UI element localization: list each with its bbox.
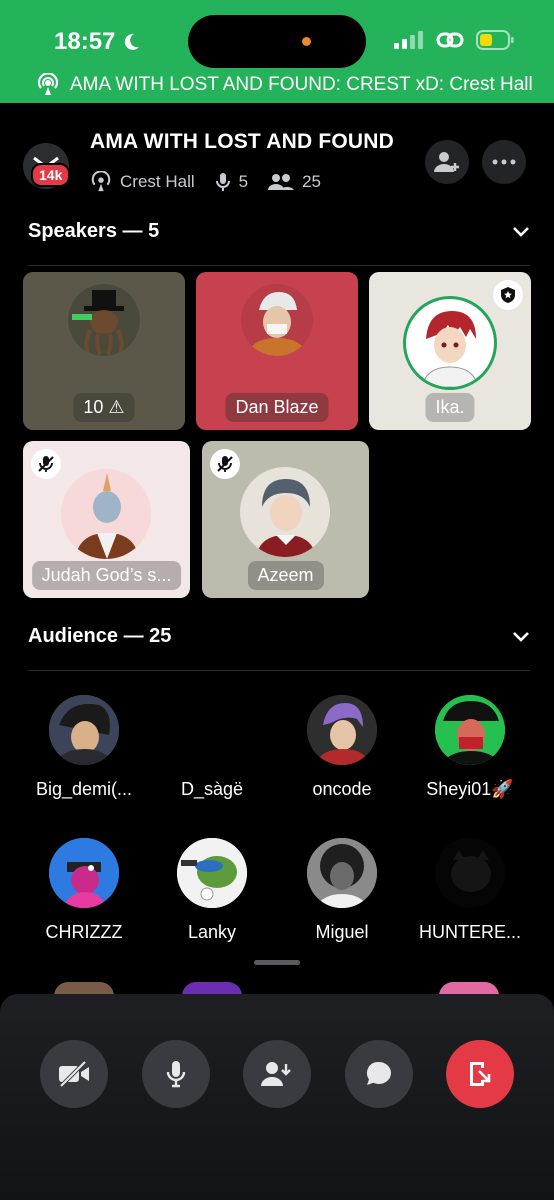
audience-avatar <box>177 695 247 765</box>
stage-icon <box>37 73 59 95</box>
leave-stage-button[interactable] <box>446 1040 514 1108</box>
audience-member[interactable]: CHRIZZZ <box>19 838 149 943</box>
audience-avatar <box>177 838 247 908</box>
audience-name: oncode <box>312 779 372 799</box>
speaker-card[interactable]: Ika. <box>369 272 531 430</box>
speaker-card[interactable]: 10 ⚠ <box>23 272 185 430</box>
audience-member[interactable]: oncode <box>277 695 407 800</box>
speaker-card[interactable]: Azeem <box>202 441 369 598</box>
moderator-badge <box>493 280 523 310</box>
mute-indicator <box>31 449 61 479</box>
speaker-name: 10 ⚠ <box>73 393 135 422</box>
battery-icon <box>476 30 514 50</box>
system-icons <box>394 30 514 50</box>
leave-icon <box>470 1062 491 1086</box>
audience-name: CHRIZZZ <box>45 922 123 942</box>
speakers-heading: Speakers — 5 <box>28 220 160 242</box>
audience-name: HUNTERE... <box>418 922 521 942</box>
listener-count: 25 <box>302 172 322 191</box>
speaker-avatar <box>241 284 313 356</box>
speaker-name: Ika. <box>425 393 475 422</box>
stage-icon <box>91 171 111 192</box>
speaker-name: Azeem <box>247 561 324 590</box>
audience-member[interactable]: D_sàgë <box>147 695 277 800</box>
camera-off-icon <box>59 1060 89 1088</box>
speaker-name: Dan Blaze <box>225 393 329 422</box>
moon-icon <box>125 33 140 50</box>
speaker-name: Judah God’s s... <box>31 561 182 590</box>
mute-indicator <box>210 449 240 479</box>
divider <box>28 670 530 671</box>
speaker-avatar <box>61 469 151 559</box>
audience-heading: Audience — 25 <box>28 625 172 647</box>
audience-avatar <box>435 695 505 765</box>
camera-toggle-button[interactable] <box>40 1040 108 1108</box>
mic-muted-icon <box>38 456 54 472</box>
audience-member[interactable]: Big_demi(... <box>19 695 149 800</box>
audience-member[interactable]: Sheyi01🚀 <box>405 695 535 800</box>
stage-subtitle: Crest Hall 5 25 <box>90 171 321 193</box>
audience-member[interactable]: Lanky <box>147 838 277 943</box>
banner-text: AMA WITH LOST AND FOUND: CREST xD: Crest… <box>70 74 533 95</box>
server-badge: 14k <box>31 163 71 187</box>
drag-handle[interactable] <box>254 960 300 965</box>
audience-name: Sheyi01🚀 <box>426 779 514 799</box>
divider <box>28 265 530 266</box>
audience-member[interactable]: Miguel <box>277 838 407 943</box>
microphone-button[interactable] <box>142 1040 210 1108</box>
request-to-speak-button[interactable] <box>243 1040 311 1108</box>
speaker-count: 5 <box>238 172 249 191</box>
chevron-down-icon <box>513 226 529 237</box>
more-icon <box>492 159 516 165</box>
chat-button[interactable] <box>345 1040 413 1108</box>
audience-avatar <box>49 695 119 765</box>
audience-name: Lanky <box>187 922 237 942</box>
dynamic-island <box>188 15 366 68</box>
shield-icon <box>501 287 515 303</box>
audience-name: Big_demi(... <box>35 779 133 799</box>
audience-header[interactable]: Audience — 25 <box>28 625 530 648</box>
invite-button[interactable] <box>425 140 469 184</box>
audience-avatar <box>49 838 119 908</box>
speakers-header[interactable]: Speakers — 5 <box>28 220 530 243</box>
stage-banner[interactable]: AMA WITH LOST AND FOUND: CREST xD: Crest… <box>36 73 544 97</box>
audience-avatar <box>307 838 377 908</box>
stage-title: AMA WITH LOST AND FOUND <box>90 130 395 153</box>
speaker-card[interactable]: Judah God’s s... <box>23 441 190 598</box>
speaker-avatar <box>403 296 497 390</box>
audience-avatar <box>307 695 377 765</box>
time-text: 18:57 <box>54 28 116 55</box>
audience-name: D_sàgë <box>180 779 244 799</box>
signal-icon <box>394 31 423 49</box>
add-person-icon <box>434 152 459 172</box>
channel-name: Crest Hall <box>120 172 195 191</box>
speaker-avatar <box>240 467 330 557</box>
mic-icon <box>215 173 230 191</box>
more-options-button[interactable] <box>482 140 526 184</box>
status-time: 18:57 <box>54 28 141 56</box>
people-icon <box>268 174 295 190</box>
audience-name: Miguel <box>315 922 369 942</box>
audience-avatar <box>435 838 505 908</box>
speaker-avatar <box>68 284 140 356</box>
mic-muted-icon <box>217 456 233 472</box>
request-speak-icon <box>261 1062 291 1086</box>
audience-member[interactable]: HUNTERE... <box>405 838 535 943</box>
speaker-card[interactable]: Dan Blaze <box>196 272 358 430</box>
chat-icon <box>366 1061 391 1085</box>
link-icon <box>436 32 464 48</box>
chevron-down-icon <box>513 631 529 642</box>
mic-icon <box>166 1061 186 1088</box>
